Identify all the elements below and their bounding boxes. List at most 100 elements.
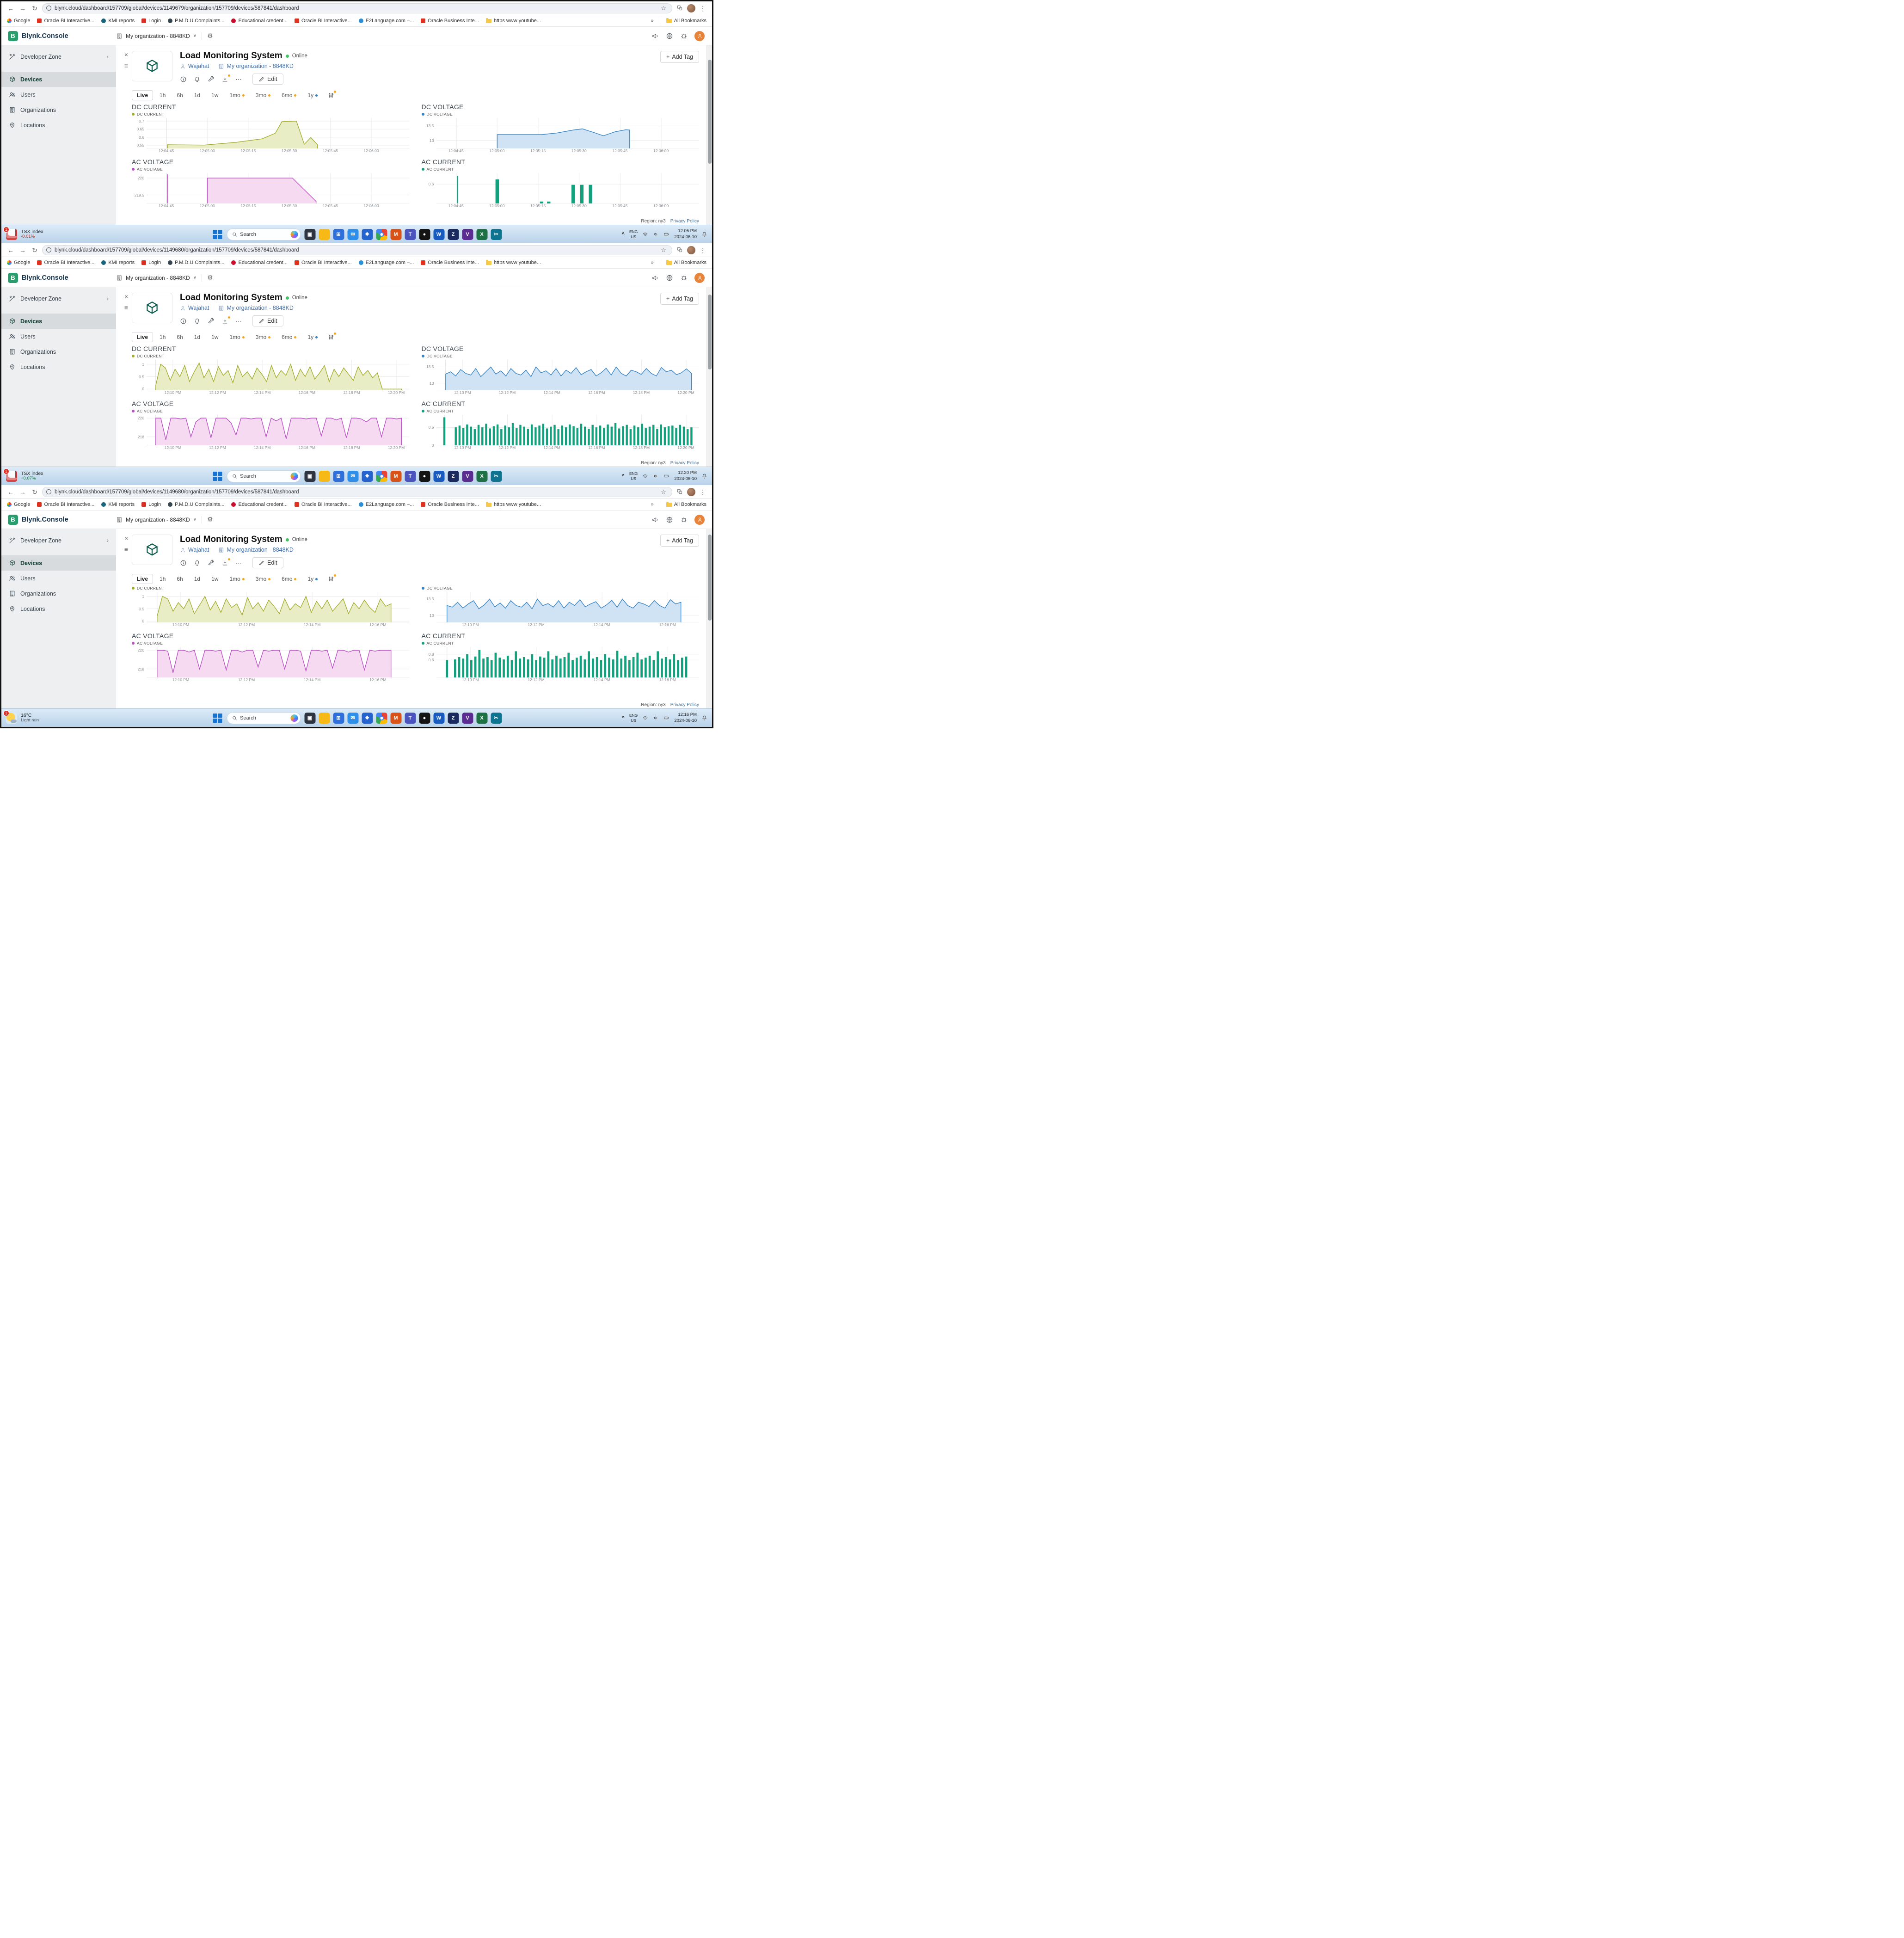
more-actions-button[interactable]: ⋯ [235,75,242,83]
sidebar-item-devices[interactable]: Devices [1,72,116,87]
privacy-policy-link[interactable]: Privacy Policy [670,461,699,466]
user-avatar[interactable] [694,515,705,525]
taskbar-search[interactable]: Search [227,228,301,240]
obs-icon[interactable]: ● [419,471,430,482]
notifications-bell-icon[interactable] [701,231,707,237]
photos-icon[interactable]: ❖ [362,229,373,240]
bookmark-item[interactable]: E2Language.com –... [359,502,414,507]
tab-1w[interactable]: 1w [207,574,223,584]
bookmark-star-icon[interactable]: ☆ [659,5,668,11]
address-bar[interactable]: blynk.cloud/dashboard/157709/global/devi… [42,487,672,497]
menu-handle-icon[interactable]: ≡ [124,546,128,553]
excel-icon[interactable]: X [476,713,487,724]
filter-settings-icon[interactable] [328,576,334,582]
bookmark-item[interactable]: Oracle BI Interactive... [295,502,352,507]
sidebar-item-users[interactable]: Users [1,329,116,344]
info-button[interactable] [180,76,187,83]
bookmark-star-icon[interactable]: ☆ [659,247,668,253]
address-bar[interactable]: blynk.cloud/dashboard/157709/global/devi… [42,245,672,255]
wifi-icon[interactable] [642,715,648,721]
sidebar-item-developer-zone[interactable]: Developer Zone› [1,291,116,306]
address-bar[interactable]: blynk.cloud/dashboard/157709/global/devi… [42,3,672,13]
chrome-icon[interactable] [376,713,387,724]
tab-6mo[interactable]: 6mo [277,574,301,584]
bookmark-item[interactable]: Login [141,18,161,24]
tab-3mo[interactable]: 3mo [251,91,275,100]
tab-1d[interactable]: 1d [190,91,205,100]
more-actions-button[interactable]: ⋯ [235,317,242,325]
bookmark-item[interactable]: P.M.D.U Complaints... [168,502,224,507]
bookmarks-overflow-icon[interactable]: » [651,260,654,265]
user-avatar[interactable] [694,273,705,283]
browser-menu-icon[interactable]: ⋮ [698,5,707,12]
forward-icon[interactable]: → [18,5,27,12]
obs-icon[interactable]: ● [419,713,430,724]
taskbar-widget[interactable]: 1 16°CLight rain [6,713,94,724]
taskbar-clock[interactable]: 12:05 PM2024-06-10 [674,228,697,240]
tab-1w[interactable]: 1w [207,332,223,342]
bookmark-item[interactable]: Oracle BI Interactive... [37,18,94,24]
edit-button[interactable]: Edit [252,315,283,326]
privacy-policy-link[interactable]: Privacy Policy [670,702,699,708]
sidebar-item-locations[interactable]: Locations [1,359,116,375]
back-icon[interactable]: ← [6,489,15,495]
browser-profile-avatar[interactable] [687,246,695,254]
scrollbar-thumb[interactable] [708,295,712,370]
device-owner-link[interactable]: Wajahat [180,547,209,553]
bookmark-item[interactable]: Educational credent... [231,18,287,24]
info-button[interactable] [180,318,187,325]
blynk-brand[interactable]: B Blynk.Console [1,273,116,283]
tab-groups-icon[interactable] [675,488,684,496]
zotero-icon[interactable]: Z [448,713,459,724]
tab-3mo[interactable]: 3mo [251,332,275,342]
sidebar-item-organizations[interactable]: Organizations [1,344,116,359]
sidebar-item-developer-zone[interactable]: Developer Zone› [1,533,116,548]
tab-groups-icon[interactable] [675,5,684,12]
all-bookmarks-button[interactable]: All Bookmarks [666,18,706,24]
filter-settings-icon[interactable] [328,92,334,98]
close-icon[interactable]: × [124,535,128,542]
filter-settings-icon[interactable] [328,334,334,340]
announcement-icon[interactable] [651,32,659,40]
menu-handle-icon[interactable]: ≡ [124,304,128,311]
bug-icon[interactable] [680,516,688,523]
browser-profile-avatar[interactable] [687,4,695,12]
photos-icon[interactable]: ❖ [362,713,373,724]
bug-icon[interactable] [680,32,688,40]
taskbar-search[interactable]: Search [227,712,301,724]
volume-icon[interactable] [653,715,659,721]
visual-studio-icon[interactable]: V [462,713,473,724]
bookmark-item[interactable]: Google [7,502,30,507]
sidebar-item-locations[interactable]: Locations [1,601,116,616]
tab-live[interactable]: Live [132,90,153,100]
bookmark-item[interactable]: KMI reports [101,502,135,507]
tab-6h[interactable]: 6h [172,574,187,584]
settings-gear-icon[interactable]: ⚙ [207,516,213,523]
menu-handle-icon[interactable]: ≡ [124,62,128,69]
snipping-tool-icon[interactable]: ✂ [491,471,502,482]
tab-1y[interactable]: 1y [303,91,322,100]
store-icon[interactable]: ⊞ [333,471,344,482]
download-button[interactable] [221,76,228,83]
sidebar-item-devices[interactable]: Devices [1,314,116,329]
bookmarks-overflow-icon[interactable]: » [651,18,654,24]
site-settings-icon[interactable] [46,6,51,11]
bookmark-item[interactable]: P.M.D.U Complaints... [168,18,224,24]
bookmark-item[interactable]: Oracle BI Interactive... [295,18,352,24]
back-icon[interactable]: ← [6,5,15,12]
matlab-icon[interactable]: M [390,229,401,240]
tab-3mo[interactable]: 3mo [251,574,275,584]
file-explorer-icon[interactable] [319,713,330,724]
bookmark-item[interactable]: Oracle BI Interactive... [37,260,94,265]
sidebar-item-locations[interactable]: Locations [1,117,116,133]
taskbar-widget[interactable]: 1 TSX index-0.01% [6,229,94,240]
bookmark-item[interactable]: Educational credent... [231,502,287,507]
scrollbar-thumb[interactable] [708,60,712,164]
chrome-icon[interactable] [376,229,387,240]
add-tag-button[interactable]: +Add Tag [660,51,699,63]
tab-groups-icon[interactable] [675,246,684,254]
excel-icon[interactable]: X [476,229,487,240]
all-bookmarks-button[interactable]: All Bookmarks [666,260,706,265]
language-indicator[interactable]: ENGUS [629,713,638,723]
sidebar-item-developer-zone[interactable]: Developer Zone› [1,49,116,64]
